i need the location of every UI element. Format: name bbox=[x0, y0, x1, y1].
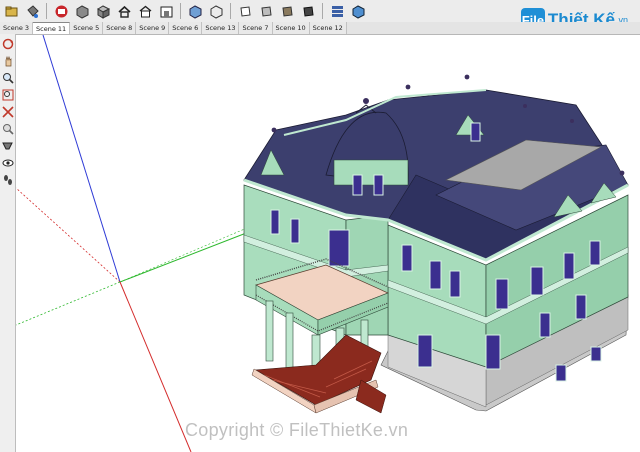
tab-scene-12[interactable]: Scene 12 bbox=[309, 22, 347, 34]
tab-scene-5[interactable]: Scene 5 bbox=[70, 22, 104, 34]
villa-model bbox=[243, 74, 629, 414]
zoom-window-icon[interactable] bbox=[1, 88, 14, 101]
wireframe-icon[interactable] bbox=[207, 2, 226, 21]
green-axis-dashed bbox=[119, 224, 255, 283]
green-axis bbox=[119, 229, 255, 283]
blue-axis bbox=[42, 35, 121, 283]
toolbar-separator bbox=[322, 3, 323, 19]
camera-toolbar bbox=[0, 34, 16, 452]
sandbox-icon[interactable] bbox=[349, 2, 368, 21]
zoom-icon[interactable] bbox=[1, 71, 14, 84]
top-view-icon[interactable] bbox=[136, 2, 155, 21]
house-icon[interactable] bbox=[115, 2, 134, 21]
tab-scene-11[interactable]: Scene 11 bbox=[33, 22, 71, 34]
scene-tabs: Scene 3 Scene 11 Scene 5 Scene 8 Scene 9… bbox=[0, 22, 640, 35]
zoom-extents-icon[interactable] bbox=[1, 105, 14, 118]
look-around-icon[interactable] bbox=[1, 156, 14, 169]
toolbar-separator bbox=[230, 3, 231, 19]
main-toolbar: File Thiết Kế .vn bbox=[0, 0, 640, 32]
tab-scene-8[interactable]: Scene 8 bbox=[103, 22, 137, 34]
front-view-icon[interactable] bbox=[157, 2, 176, 21]
monochrome-icon[interactable] bbox=[299, 2, 318, 21]
toolbar-separator bbox=[180, 3, 181, 19]
walk-icon[interactable] bbox=[1, 173, 14, 186]
orbit-icon[interactable] bbox=[1, 37, 14, 50]
pan-icon[interactable] bbox=[1, 54, 14, 67]
copyright-watermark: Copyright © FileThietKe.vn bbox=[185, 420, 409, 440]
previous-view-icon[interactable] bbox=[1, 122, 14, 135]
warehouse-icon[interactable] bbox=[52, 2, 71, 21]
tab-scene-10[interactable]: Scene 10 bbox=[272, 22, 310, 34]
red-axis-dashed bbox=[16, 187, 121, 283]
xray-icon[interactable] bbox=[186, 2, 205, 21]
tab-scene-3[interactable]: Scene 3 bbox=[0, 22, 34, 34]
red-axis bbox=[119, 281, 192, 452]
tab-scene-7[interactable]: Scene 7 bbox=[239, 22, 273, 34]
hidden-line-icon[interactable] bbox=[236, 2, 255, 21]
position-camera-icon[interactable] bbox=[1, 139, 14, 152]
tab-scene-9[interactable]: Scene 9 bbox=[136, 22, 170, 34]
components-icon[interactable] bbox=[73, 2, 92, 21]
shaded-icon[interactable] bbox=[257, 2, 276, 21]
toolbar-separator bbox=[46, 3, 47, 19]
green-axis-back bbox=[16, 281, 121, 326]
iso-view-icon[interactable] bbox=[94, 2, 113, 21]
model-viewport[interactable]: Copyright © FileThietKe.vn bbox=[16, 35, 640, 452]
paint-bucket-icon[interactable] bbox=[23, 2, 42, 21]
layers-icon[interactable] bbox=[328, 2, 347, 21]
open-icon[interactable] bbox=[2, 2, 21, 21]
tab-scene-13[interactable]: Scene 13 bbox=[202, 22, 240, 34]
tab-scene-6[interactable]: Scene 6 bbox=[169, 22, 203, 34]
textured-icon[interactable] bbox=[278, 2, 297, 21]
model-scene bbox=[16, 35, 629, 452]
